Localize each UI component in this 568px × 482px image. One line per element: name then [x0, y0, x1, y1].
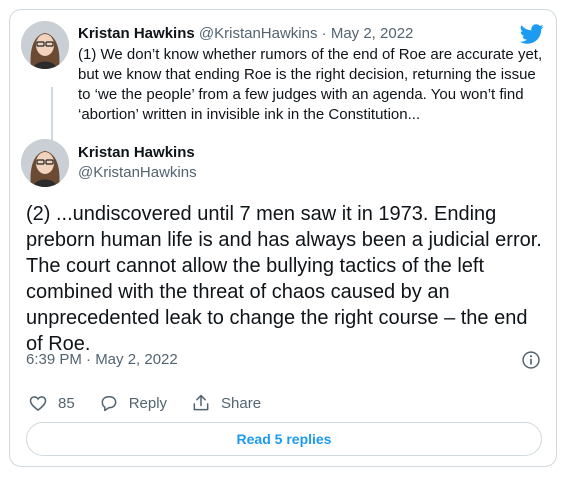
- twitter-logo-icon[interactable]: [520, 22, 544, 46]
- main-author-name[interactable]: Kristan Hawkins: [78, 143, 195, 163]
- reply-button[interactable]: Reply: [99, 393, 167, 413]
- main-author-handle[interactable]: @KristanHawkins: [78, 163, 197, 183]
- share-icon: [193, 394, 209, 411]
- info-icon[interactable]: [521, 350, 541, 370]
- avatar-image: [21, 21, 69, 69]
- header-separator: ·: [321, 25, 327, 42]
- like-button[interactable]: 85: [28, 393, 75, 413]
- tweet-timestamp[interactable]: 6:39 PM · May 2, 2022: [26, 350, 178, 370]
- avatar-quoted[interactable]: [21, 21, 69, 69]
- reply-label: Reply: [128, 394, 168, 412]
- quoted-author-handle[interactable]: @KristanHawkins: [199, 25, 318, 42]
- quoted-tweet-text: (1) We don’t know whether rumors of the …: [78, 46, 543, 123]
- tweet-actions: 85 Reply Share: [28, 392, 285, 414]
- share-button[interactable]: Share: [191, 393, 261, 413]
- quoted-tweet-header: Kristan Hawkins @KristanHawkins · May 2,…: [78, 24, 413, 44]
- reply-icon: [101, 396, 117, 412]
- main-tweet-text: (2) ...undiscovered until 7 men saw it i…: [26, 203, 542, 355]
- like-count: 85: [58, 394, 75, 412]
- avatar-image: [21, 139, 69, 187]
- quoted-tweet-date[interactable]: May 2, 2022: [331, 25, 414, 42]
- share-label: Share: [221, 394, 262, 412]
- avatar-main[interactable]: [21, 139, 69, 187]
- read-replies-button[interactable]: Read 5 replies: [26, 422, 542, 456]
- quoted-author-name[interactable]: Kristan Hawkins: [78, 25, 195, 42]
- thread-connector-line: [51, 87, 53, 147]
- heart-icon: [29, 396, 47, 412]
- tweet-card: Kristan Hawkins @KristanHawkins · May 2,…: [9, 9, 557, 467]
